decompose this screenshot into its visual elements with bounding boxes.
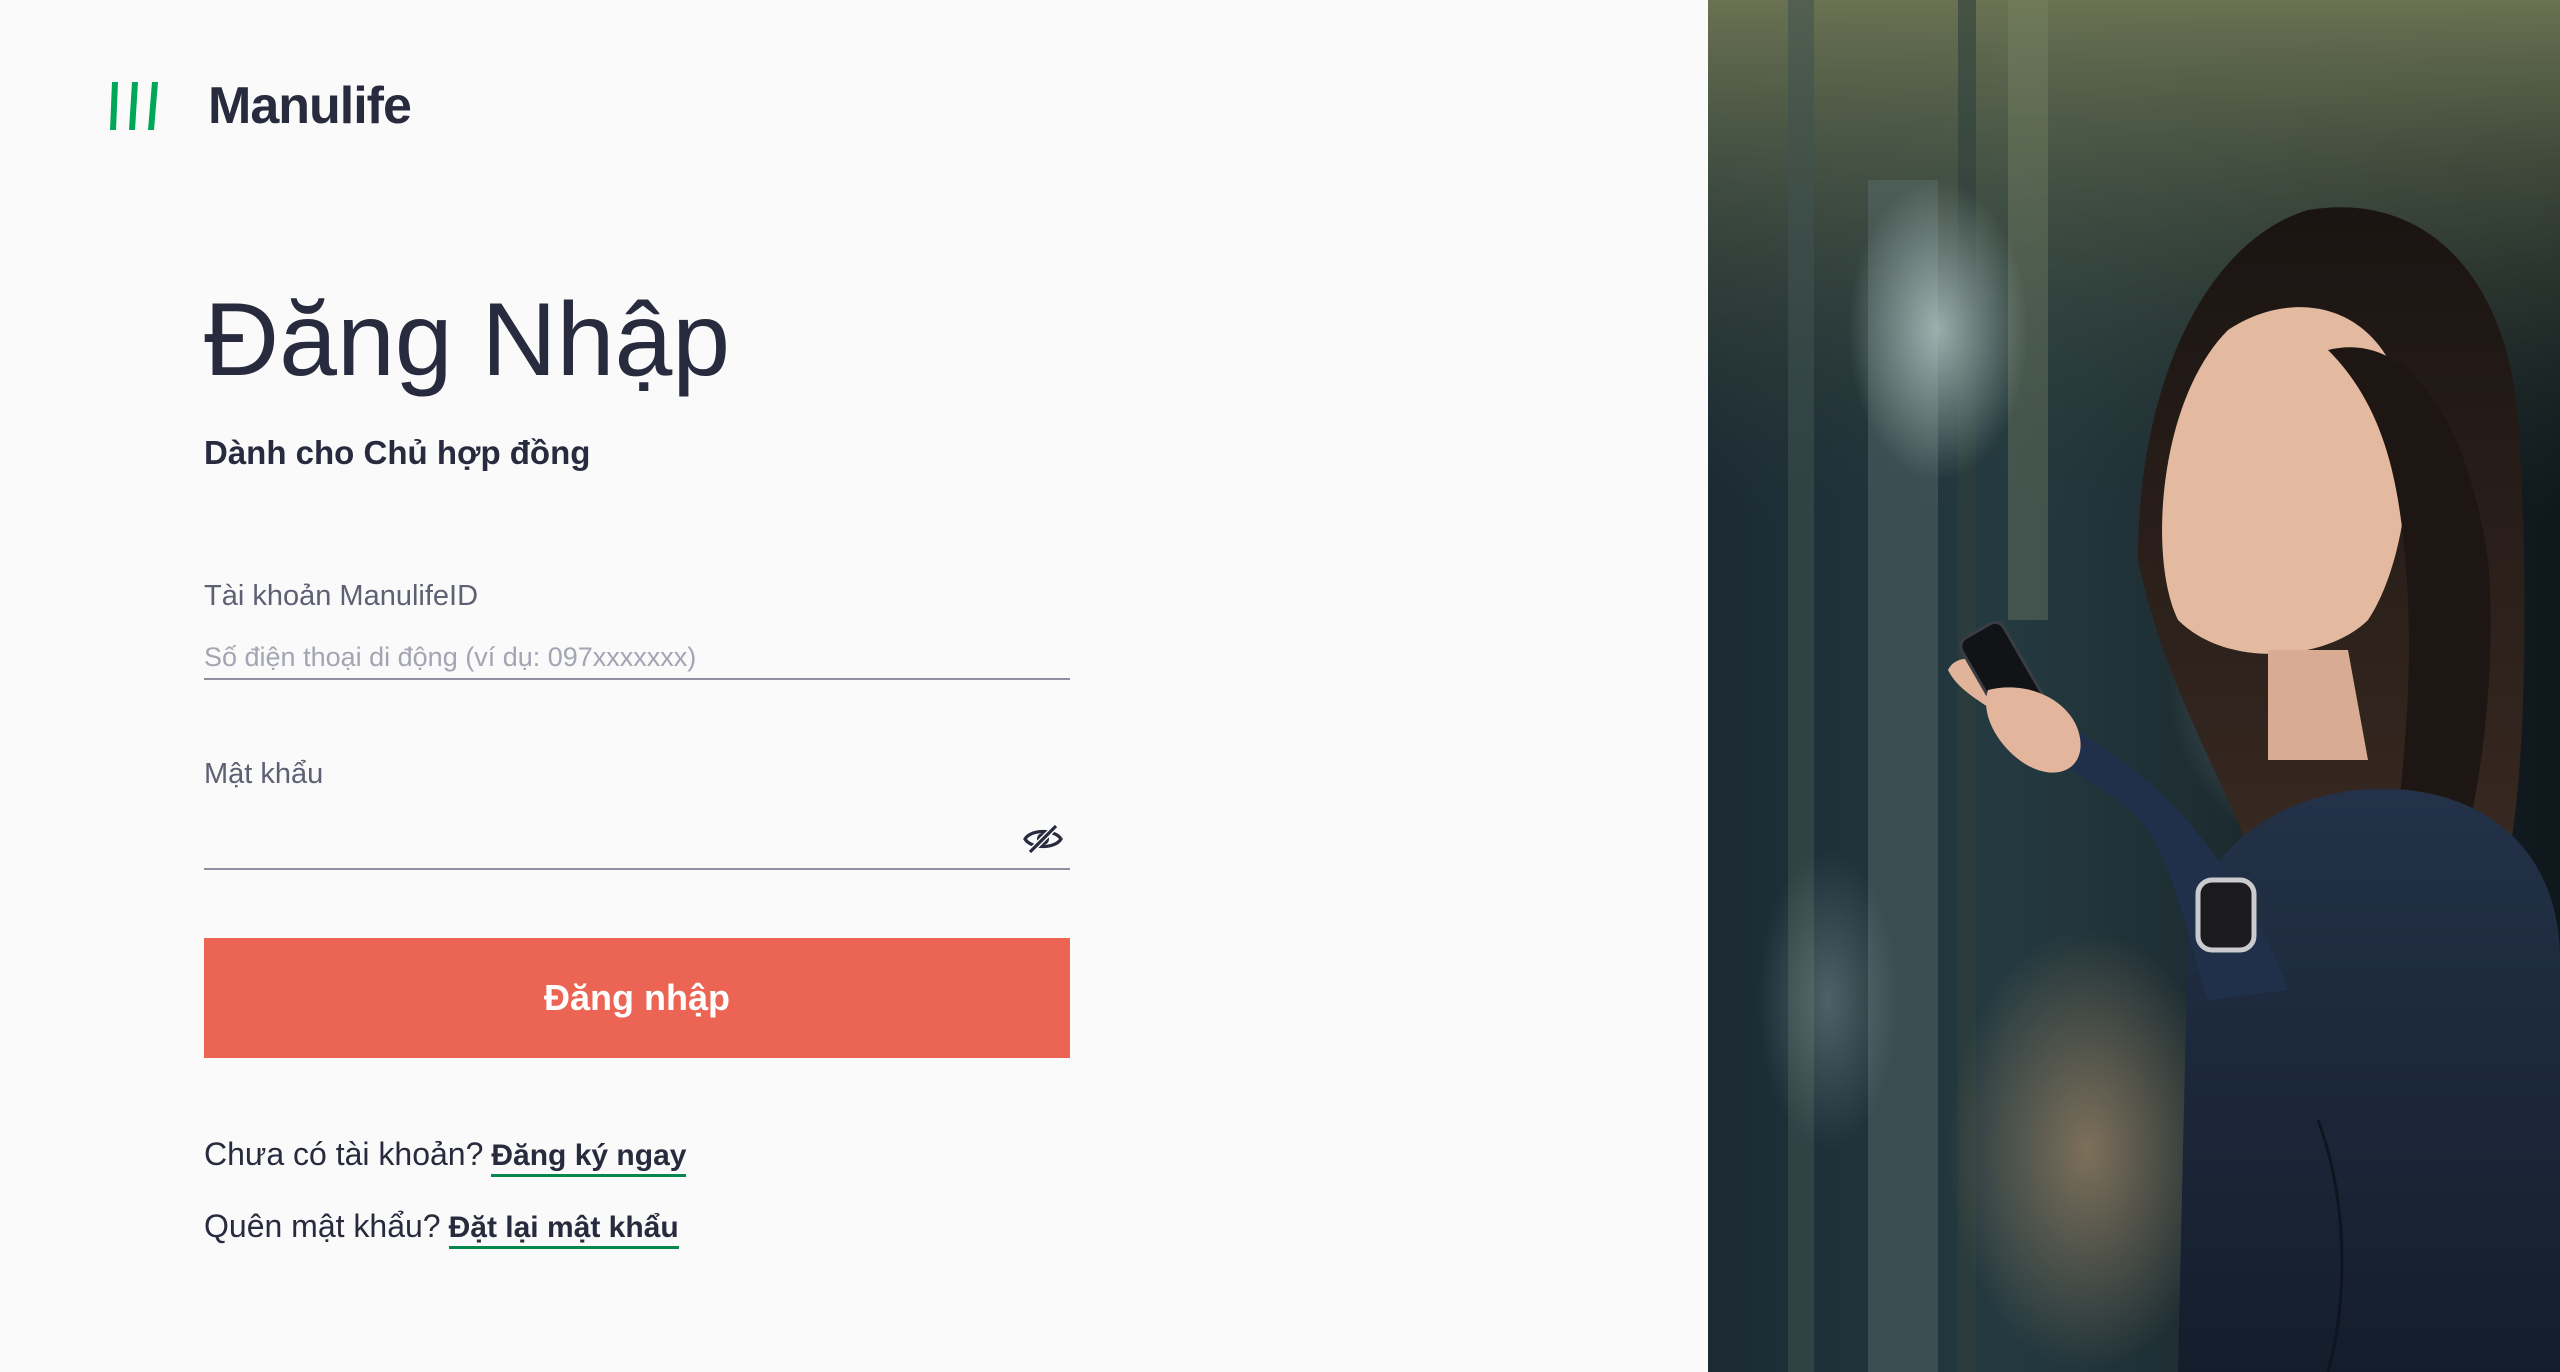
- login-panel: Manulife Đăng Nhập Dành cho Chủ hợp đồng…: [0, 0, 1708, 1372]
- password-label: Mật khẩu: [204, 758, 324, 790]
- brand-name: Manulife: [208, 77, 412, 135]
- reset-prompt: Quên mật khẩu?: [204, 1208, 441, 1244]
- account-input[interactable]: [204, 636, 1070, 680]
- reset-row: Quên mật khẩu? Đặt lại mật khẩu: [204, 1208, 679, 1249]
- account-label: Tài khoản ManulifeID: [204, 580, 479, 612]
- manulife-logo-icon: [110, 82, 158, 130]
- page-title: Đăng Nhập: [204, 282, 731, 398]
- reset-password-link[interactable]: Đặt lại mật khẩu: [448, 1211, 679, 1249]
- login-button[interactable]: Đăng nhập: [204, 938, 1070, 1058]
- register-link[interactable]: Đăng ký ngay: [491, 1139, 687, 1177]
- eye-slash-icon[interactable]: [1022, 818, 1064, 860]
- password-input[interactable]: [204, 826, 1070, 870]
- woman-with-smartphone-photo: [1708, 0, 2560, 1372]
- register-row: Chưa có tài khoản? Đăng ký ngay: [204, 1136, 687, 1177]
- page-subtitle: Dành cho Chủ hợp đồng: [204, 434, 591, 471]
- register-prompt: Chưa có tài khoản?: [204, 1136, 484, 1172]
- login-page: Manulife Đăng Nhập Dành cho Chủ hợp đồng…: [0, 0, 2560, 1372]
- manulife-logo[interactable]: Manulife: [108, 76, 412, 136]
- hero-image: [1708, 0, 2560, 1372]
